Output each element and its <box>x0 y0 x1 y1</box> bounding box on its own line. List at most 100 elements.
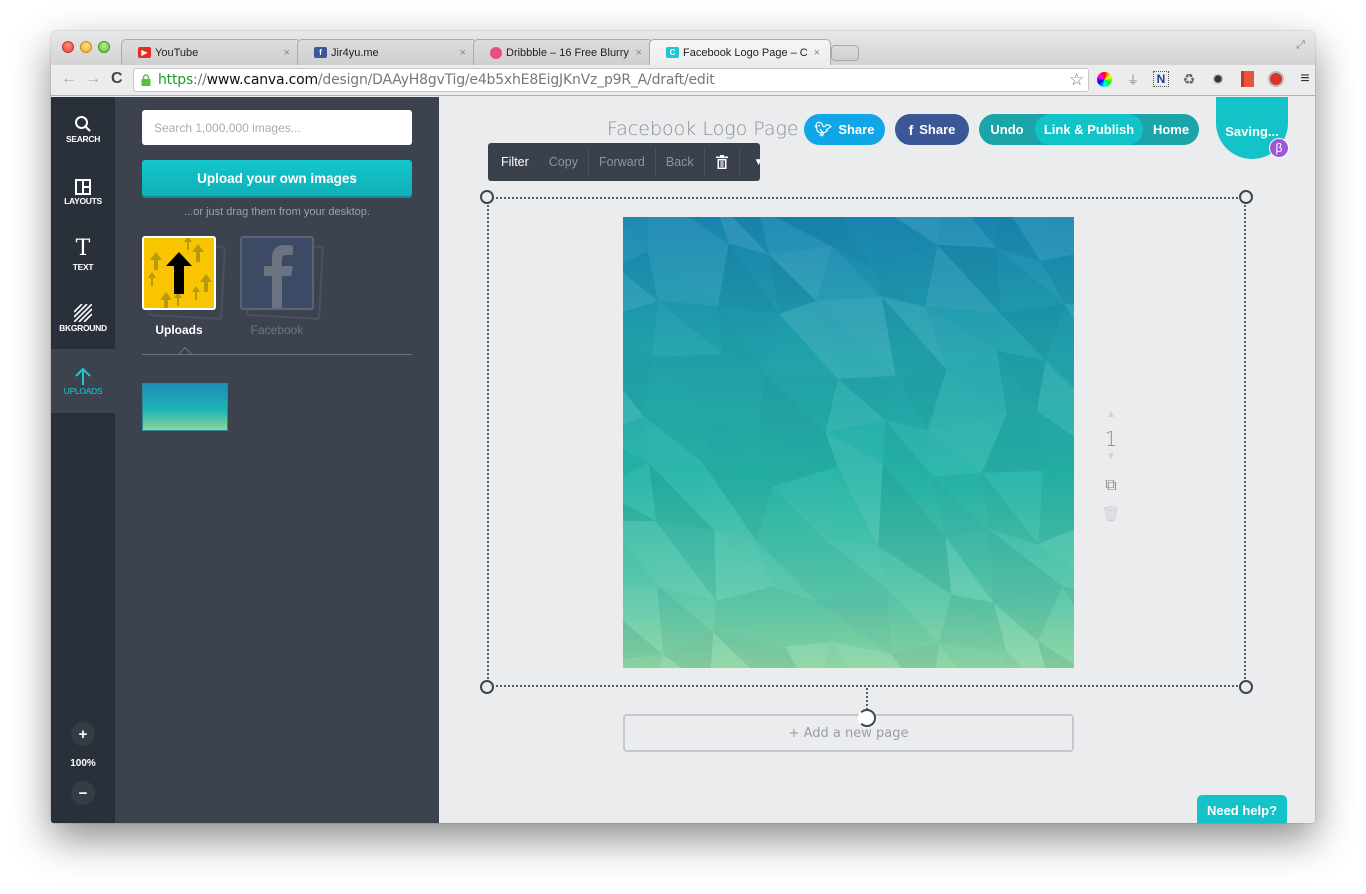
tab-close-icon[interactable]: × <box>284 47 290 59</box>
sidebar-item-uploads[interactable]: UPLOADS <box>51 349 115 413</box>
tab-canva[interactable]: C Facebook Logo Page – Can × <box>649 39 831 65</box>
scale-icon[interactable]: ⏚ <box>1124 70 1142 88</box>
image-search-input[interactable] <box>142 110 412 145</box>
page-down-icon[interactable]: ▼ <box>1096 451 1126 469</box>
facebook-logo-icon <box>264 245 293 308</box>
sidebar-item-label: SEARCH <box>65 133 101 144</box>
twitter-share-label: Share <box>838 122 875 137</box>
canva-icon: C <box>666 47 679 58</box>
delete-page-icon[interactable]: 🗑︎ <box>1096 505 1126 523</box>
resize-handle-bottom-right[interactable] <box>1239 680 1253 694</box>
twitter-share-button[interactable]: 🐦︎ Share <box>804 114 885 145</box>
page-controls: ▲ 1 ▼ ⧉ 🗑︎ <box>1096 409 1126 523</box>
beta-badge: β <box>1269 138 1289 158</box>
resize-handle-bottom-left[interactable] <box>480 680 494 694</box>
sidebar-item-label: UPLOADS <box>63 385 103 396</box>
trash-icon[interactable] <box>705 147 740 177</box>
address-bar[interactable]: https://www.canva.com/design/DAAyH8gvTig… <box>133 68 1089 92</box>
resize-handle-top-left[interactable] <box>480 190 494 204</box>
url-host: www.canva.com <box>206 72 318 88</box>
upload-arrow-icon <box>75 367 91 385</box>
tab-youtube[interactable]: ▶ YouTube × <box>121 39 301 65</box>
need-help-button[interactable]: Need help? <box>1197 795 1287 823</box>
resize-handle-top-right[interactable] <box>1239 190 1253 204</box>
uploaded-image-thumbnail[interactable] <box>142 383 228 431</box>
link-publish-button[interactable]: Link & Publish <box>1035 114 1143 145</box>
tab-title: Dribbble – 16 Free Blurry B <box>506 46 630 59</box>
stop-hand-icon[interactable] <box>1267 70 1285 88</box>
twitter-bird-icon: 🐦︎ <box>814 121 833 137</box>
add-page-button[interactable]: + Add a new page <box>623 714 1074 752</box>
uploads-panel: Upload your own images ...or just drag t… <box>115 97 439 823</box>
notes-icon[interactable]: N <box>1153 71 1169 87</box>
tab-jir4yu[interactable]: f Jir4yu.me × <box>297 39 477 65</box>
browser-toolbar: ← → C https://www.canva.com/design/DAAyH… <box>51 65 1315 96</box>
sidebar-item-search[interactable]: SEARCH <box>51 97 115 161</box>
action-group: Undo Link & Publish Home <box>979 114 1199 145</box>
rotate-handle-icon[interactable] <box>858 709 876 727</box>
back-button[interactable]: ← <box>61 70 77 88</box>
facebook-share-button[interactable]: f Share <box>895 114 969 145</box>
bookmark-star-icon[interactable]: ☆ <box>1069 69 1084 91</box>
menu-icon[interactable]: ≡ <box>1296 70 1314 88</box>
page-up-icon[interactable]: ▲ <box>1096 409 1126 427</box>
fullscreen-icon[interactable]: ⤢ <box>1296 39 1305 52</box>
tab-title: Facebook Logo Page – Can <box>683 46 808 59</box>
tab-close-icon[interactable]: × <box>636 47 642 59</box>
gear-icon[interactable]: ✹ <box>1209 70 1227 88</box>
facebook-share-label: Share <box>919 122 956 137</box>
more-options-dropdown[interactable]: ▼ <box>740 147 778 177</box>
uploads-thumbnail <box>142 236 216 310</box>
tab-dribbble[interactable]: Dribbble – 16 Free Blurry B × <box>473 39 653 65</box>
url-path: /design/DAAyH8gvTig/e4b5xhE8EigJKnVz_p9R… <box>317 72 715 88</box>
forward-button[interactable]: → <box>85 70 101 88</box>
color-picker-icon[interactable] <box>1095 70 1113 88</box>
tab-close-icon[interactable]: × <box>460 47 466 59</box>
zoom-out-button[interactable]: − <box>71 781 95 805</box>
lock-icon <box>141 74 151 86</box>
new-tab-button[interactable] <box>831 45 859 61</box>
undo-button[interactable]: Undo <box>979 114 1035 145</box>
upload-arrows-icon <box>148 238 212 308</box>
sidebar-item-label: BKGROUND <box>59 322 107 333</box>
background-icon <box>74 303 92 322</box>
zoom-in-button[interactable]: + <box>71 722 95 746</box>
document-title[interactable]: Facebook Logo Page <box>607 118 799 140</box>
recycle-icon[interactable]: ♻ <box>1180 70 1198 88</box>
sidebar-item-background[interactable]: BKGROUND <box>51 286 115 350</box>
divider <box>142 354 412 355</box>
design-page[interactable] <box>623 217 1074 668</box>
forward-button[interactable]: Forward <box>589 147 656 177</box>
extensions-bar: ⏚ N ♻ ✹ ≡ <box>1095 70 1314 88</box>
close-window-button[interactable] <box>62 41 74 53</box>
duplicate-page-icon[interactable]: ⧉ <box>1096 477 1126 495</box>
sidebar-item-label: TEXT <box>72 261 94 272</box>
source-uploads[interactable] <box>142 236 226 320</box>
tab-close-icon[interactable]: × <box>814 47 820 59</box>
canva-editor: SEARCH LAYOUTS T TEXT BKGROUND UPLOADS +… <box>51 97 1315 823</box>
source-facebook[interactable] <box>240 236 324 320</box>
reload-button[interactable]: C <box>111 70 123 88</box>
sidebar-item-label: LAYOUTS <box>64 195 102 206</box>
drag-hint: ...or just drag them from your desktop. <box>184 206 370 218</box>
sidebar-item-layouts[interactable]: LAYOUTS <box>51 160 115 224</box>
upload-images-button[interactable]: Upload your own images <box>142 160 412 196</box>
zoom-window-button[interactable] <box>98 41 110 53</box>
home-button[interactable]: Home <box>1143 114 1199 145</box>
dribbble-icon <box>490 46 502 59</box>
source-facebook-label: Facebook <box>250 323 304 337</box>
search-icon <box>75 115 91 132</box>
youtube-icon: ▶ <box>138 47 151 58</box>
facebook-f-icon: f <box>908 121 914 138</box>
tab-title: YouTube <box>155 46 199 59</box>
minimize-window-button[interactable] <box>80 41 92 53</box>
filter-button[interactable]: Filter <box>488 147 539 177</box>
back-layer-button[interactable]: Back <box>656 147 705 177</box>
copy-button[interactable]: Copy <box>539 147 589 177</box>
tab-title: Jir4yu.me <box>331 46 379 59</box>
sidebar-rail: SEARCH LAYOUTS T TEXT BKGROUND UPLOADS +… <box>51 97 115 823</box>
zoom-level: 100% <box>70 758 96 769</box>
book-icon[interactable] <box>1238 70 1256 88</box>
sidebar-item-text[interactable]: T TEXT <box>51 223 115 287</box>
tab-strip: ▶ YouTube × f Jir4yu.me × Dribbble – 16 … <box>51 31 1315 65</box>
